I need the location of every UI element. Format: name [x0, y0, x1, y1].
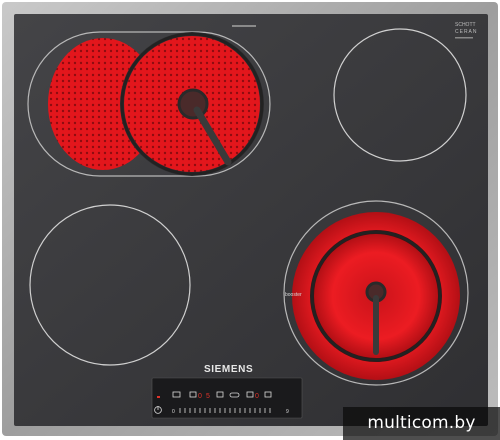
digit-1: 0 [198, 393, 202, 400]
cooktop-photo: SCHOTT CERAN booster SIEMENS 0 5 0 0 9 [2, 2, 498, 436]
panel-led-indicator [157, 396, 160, 398]
digit-2: 5 [206, 393, 210, 400]
watermark: multicom.by [343, 407, 500, 440]
schott-text: SCHOTT [455, 22, 476, 28]
slider-end: 9 [286, 409, 289, 415]
brand-logo: SIEMENS [204, 364, 253, 375]
top-print-mark [232, 25, 256, 27]
ceran-text: CERAN [455, 29, 478, 35]
booster-label: booster [285, 292, 302, 298]
digit-3: 0 [255, 393, 259, 400]
control-panel: 0 5 0 0 9 [151, 377, 303, 419]
slider-start: 0 [172, 409, 175, 415]
